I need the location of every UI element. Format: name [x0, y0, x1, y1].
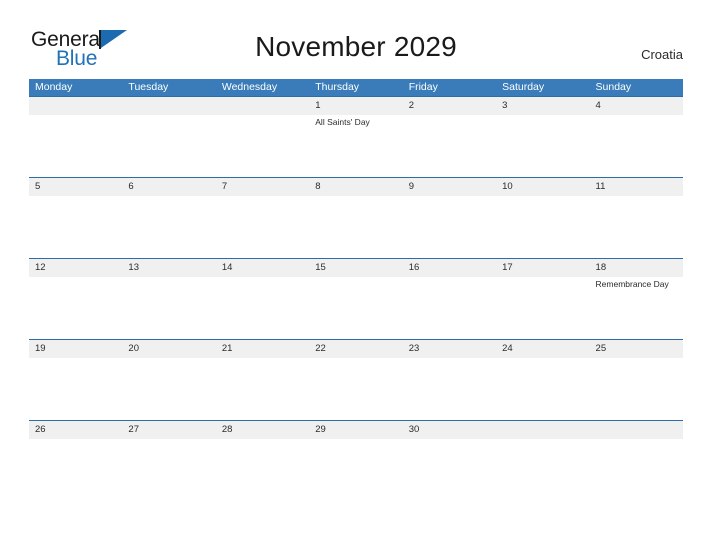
day-number[interactable]: 8 — [309, 178, 402, 196]
weekday-header-monday: Monday — [35, 81, 73, 93]
day-event — [309, 439, 402, 445]
day-event — [122, 196, 215, 259]
week-daynumber-band: 19 20 21 22 23 24 25 — [29, 340, 683, 358]
week-row: 5 6 7 8 9 10 11 — [29, 177, 683, 259]
country-label: Croatia — [641, 47, 683, 62]
week-daynumber-band: 26 27 28 29 30 — [29, 421, 683, 439]
day-number[interactable]: 4 — [590, 97, 683, 115]
day-event — [216, 439, 309, 445]
day-event: Remembrance Day — [595, 279, 669, 289]
day-event — [403, 277, 496, 340]
day-number[interactable]: 15 — [309, 259, 402, 277]
day-number[interactable]: 6 — [122, 178, 215, 196]
day-event — [496, 439, 589, 445]
day-event — [216, 277, 309, 340]
day-number[interactable]: 5 — [29, 178, 122, 196]
day-number[interactable]: 7 — [216, 178, 309, 196]
day-number[interactable]: 24 — [496, 340, 589, 358]
day-number[interactable]: 21 — [216, 340, 309, 358]
day-number[interactable]: 27 — [122, 421, 215, 439]
day-number[interactable]: 3 — [496, 97, 589, 115]
day-number[interactable]: 22 — [309, 340, 402, 358]
day-event — [216, 115, 309, 178]
week-daynumber-band: 5 6 7 8 9 10 11 — [29, 178, 683, 196]
day-event — [496, 196, 589, 259]
week-event-band — [29, 196, 683, 259]
day-event — [403, 196, 496, 259]
day-number[interactable] — [29, 97, 122, 115]
day-event — [309, 358, 402, 421]
day-event — [29, 358, 122, 421]
week-event-band — [29, 439, 683, 445]
day-event — [309, 277, 402, 340]
weekday-header-sunday: Sunday — [595, 81, 632, 93]
day-number[interactable]: 29 — [309, 421, 402, 439]
day-event — [122, 277, 215, 340]
day-number[interactable]: 2 — [403, 97, 496, 115]
day-event — [29, 115, 122, 178]
page-header: General Blue November 2029 Croatia — [0, 0, 712, 72]
week-row: 26 27 28 29 30 — [29, 420, 683, 445]
day-event: All Saints' Day — [315, 117, 370, 127]
day-event — [590, 196, 683, 259]
day-number[interactable]: 12 — [29, 259, 122, 277]
weekday-header-row: Monday Tuesday Wednesday Thursday Friday… — [29, 79, 683, 96]
day-number[interactable]: 25 — [590, 340, 683, 358]
day-number[interactable]: 20 — [122, 340, 215, 358]
weekday-header-tuesday: Tuesday — [128, 81, 169, 93]
day-event — [29, 277, 122, 340]
day-event — [29, 439, 122, 445]
day-number[interactable]: 16 — [403, 259, 496, 277]
day-event — [496, 358, 589, 421]
week-row: 19 20 21 22 23 24 25 — [29, 339, 683, 421]
day-event — [590, 439, 683, 445]
week-event-band: All Saints' Day — [29, 115, 683, 178]
week-row: 12 13 14 15 16 17 18 Remembrance Day — [29, 258, 683, 340]
weekday-header-thursday: Thursday — [315, 81, 360, 93]
day-event — [122, 115, 215, 178]
day-event — [590, 358, 683, 421]
day-number[interactable]: 13 — [122, 259, 215, 277]
week-daynumber-band: 1 2 3 4 — [29, 97, 683, 115]
day-number[interactable]: 23 — [403, 340, 496, 358]
week-event-band: Remembrance Day — [29, 277, 683, 340]
day-event — [403, 358, 496, 421]
day-number[interactable]: 9 — [403, 178, 496, 196]
week-daynumber-band: 12 13 14 15 16 17 18 — [29, 259, 683, 277]
day-number[interactable] — [496, 421, 589, 439]
day-event — [29, 196, 122, 259]
week-row: 1 2 3 4 All Saints' Day — [29, 96, 683, 178]
day-number[interactable]: 1 — [309, 97, 402, 115]
day-number[interactable]: 14 — [216, 259, 309, 277]
weekday-header-wednesday: Wednesday — [221, 81, 278, 93]
day-number[interactable] — [122, 97, 215, 115]
day-event — [216, 358, 309, 421]
weekday-header-friday: Friday — [408, 81, 438, 93]
day-number[interactable]: 10 — [496, 178, 589, 196]
day-event — [496, 115, 589, 178]
weekday-header-saturday: Saturday — [502, 81, 545, 93]
day-number[interactable]: 18 — [590, 259, 683, 277]
day-event — [216, 196, 309, 259]
calendar-page: General Blue November 2029 Croatia Monda… — [0, 0, 712, 550]
day-event — [403, 115, 496, 178]
day-number[interactable] — [590, 421, 683, 439]
day-number[interactable]: 17 — [496, 259, 589, 277]
day-number[interactable]: 30 — [403, 421, 496, 439]
day-number[interactable]: 26 — [29, 421, 122, 439]
day-number[interactable]: 19 — [29, 340, 122, 358]
day-number[interactable] — [216, 97, 309, 115]
week-event-band — [29, 358, 683, 421]
day-event — [309, 196, 402, 259]
calendar-grid: Monday Tuesday Wednesday Thursday Friday… — [29, 79, 683, 445]
day-event — [590, 115, 683, 178]
day-event — [496, 277, 589, 340]
page-title: November 2029 — [255, 31, 457, 62]
day-event — [122, 439, 215, 445]
day-event — [403, 439, 496, 445]
day-event — [122, 358, 215, 421]
day-number[interactable]: 11 — [590, 178, 683, 196]
day-number[interactable]: 28 — [216, 421, 309, 439]
